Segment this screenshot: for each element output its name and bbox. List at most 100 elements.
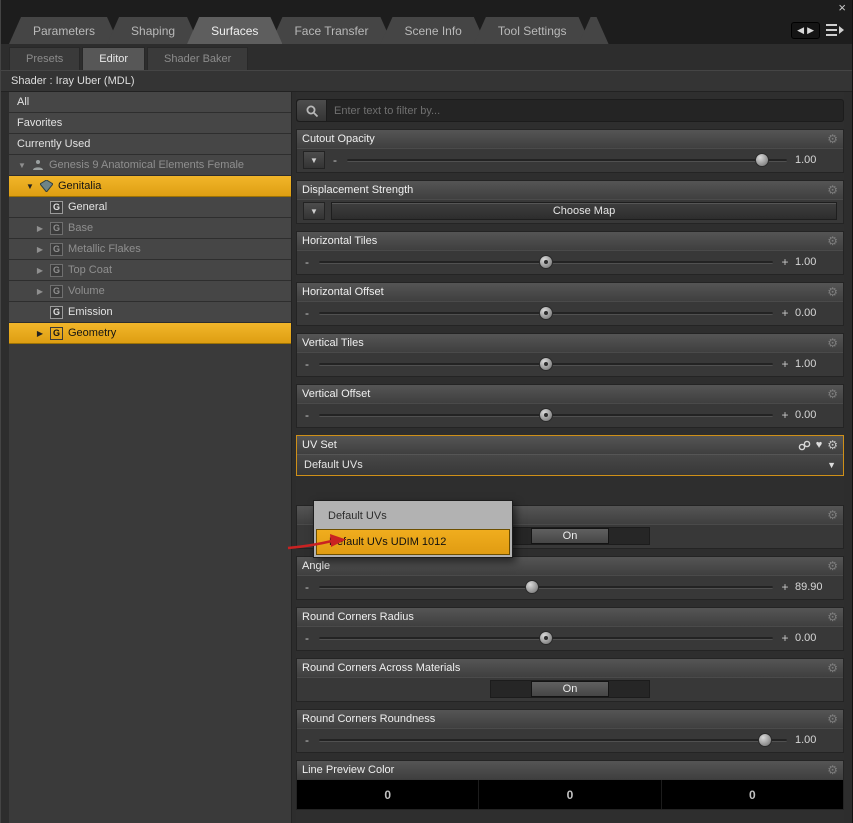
tab-surfaces[interactable]: Surfaces <box>187 17 282 44</box>
slider-decrement[interactable]: - <box>303 408 311 422</box>
gear-icon[interactable]: ⚙ <box>827 662 838 674</box>
slider-handle[interactable] <box>758 733 773 747</box>
tab-parameters[interactable]: Parameters <box>9 17 119 44</box>
color-red-value[interactable]: 0 <box>297 780 480 809</box>
map-menu-button[interactable]: ▼ <box>303 202 325 220</box>
tree-item-emission[interactable]: G Emission <box>9 302 291 323</box>
color-swatch-row[interactable]: 0 0 0 <box>297 779 843 809</box>
slider-increment[interactable]: + <box>781 408 789 422</box>
gear-icon[interactable]: ⚙ <box>827 509 838 521</box>
slider-handle[interactable] <box>539 408 553 422</box>
slider-increment[interactable]: + <box>781 631 789 645</box>
slider-decrement[interactable]: - <box>303 733 311 747</box>
slider-decrement[interactable]: - <box>303 580 311 594</box>
tree-item-metallic-flakes[interactable]: ▶ G Metallic Flakes <box>9 239 291 260</box>
tree-item-base[interactable]: ▶ G Base <box>9 218 291 239</box>
cutout-opacity-value[interactable]: 1.00 <box>795 154 837 166</box>
gear-icon[interactable]: ⚙ <box>827 388 838 400</box>
round-corners-roundness-slider[interactable] <box>317 728 789 752</box>
uv-set-combobox[interactable]: Default UVs ▼ <box>297 454 843 475</box>
color-green-value[interactable]: 0 <box>479 780 662 809</box>
expander-closed-icon[interactable]: ▶ <box>35 287 45 296</box>
gear-icon[interactable]: ⚙ <box>827 439 838 451</box>
slider-handle[interactable] <box>539 631 553 645</box>
horizontal-tiles-slider[interactable] <box>317 250 775 274</box>
tree-item-general[interactable]: G General <box>9 197 291 218</box>
tree-item-geometry[interactable]: ▶ G Geometry <box>9 323 291 344</box>
choose-map-button[interactable]: Choose Map <box>331 202 837 220</box>
slider-decrement[interactable]: - <box>303 306 311 320</box>
slider-decrement[interactable]: - <box>331 153 339 167</box>
on-off-toggle[interactable]: On <box>490 527 650 545</box>
slider-handle[interactable] <box>755 153 770 167</box>
expander-closed-icon[interactable]: ▶ <box>35 224 45 233</box>
close-icon[interactable]: × <box>838 1 846 14</box>
vertical-offset-slider[interactable] <box>317 403 775 427</box>
gear-icon[interactable]: ⚙ <box>827 184 838 196</box>
tree-item-genitalia[interactable]: ▼ Genitalia <box>9 176 291 197</box>
expander-closed-icon[interactable]: ▶ <box>35 245 45 254</box>
uv-option-default-uvs-udim-1012[interactable]: Default UVs UDIM 1012 <box>316 529 510 555</box>
toggle-on-segment[interactable]: On <box>531 528 609 544</box>
tab-face-transfer[interactable]: Face Transfer <box>270 17 392 44</box>
scroll-left-icon[interactable]: ◀ <box>797 25 804 36</box>
slider-decrement[interactable]: - <box>303 357 311 371</box>
slider-decrement[interactable]: - <box>303 255 311 269</box>
expander-closed-icon[interactable]: ▶ <box>35 329 45 338</box>
slider-increment[interactable]: + <box>781 580 789 594</box>
slider-increment[interactable]: + <box>781 255 789 269</box>
horizontal-tiles-value[interactable]: 1.00 <box>795 256 837 268</box>
tab-scene-info[interactable]: Scene Info <box>380 17 485 44</box>
tree-item-genesis-9-anatomical-elements-female[interactable]: ▼ Genesis 9 Anatomical Elements Female <box>9 155 291 176</box>
vertical-tiles-value[interactable]: 1.00 <box>795 358 837 370</box>
tab-shaping[interactable]: Shaping <box>107 17 199 44</box>
filter-input[interactable] <box>327 100 843 121</box>
vertical-tiles-slider[interactable] <box>317 352 775 376</box>
subtab-presets[interactable]: Presets <box>9 47 81 70</box>
slider-handle[interactable] <box>539 255 553 269</box>
slider-decrement[interactable]: - <box>303 631 311 645</box>
gear-icon[interactable]: ⚙ <box>827 713 838 725</box>
toggle-on-segment[interactable]: On <box>531 681 609 697</box>
expander-closed-icon[interactable]: ▶ <box>35 266 45 275</box>
uv-option-default-uvs[interactable]: Default UVs <box>316 503 510 529</box>
subtab-editor[interactable]: Editor <box>82 47 146 70</box>
slider-increment[interactable]: + <box>781 306 789 320</box>
tree-item-volume[interactable]: ▶ G Volume <box>9 281 291 302</box>
expander-open-icon[interactable]: ▼ <box>17 161 27 170</box>
angle-value[interactable]: 89.90 <box>795 581 837 593</box>
slider-handle[interactable] <box>539 306 553 320</box>
round-corners-radius-slider[interactable] <box>317 626 775 650</box>
slider-handle[interactable] <box>525 580 540 594</box>
pane-menu-icon[interactable] <box>826 24 844 36</box>
expander-open-icon[interactable]: ▼ <box>25 182 35 191</box>
tree-item-favorites[interactable]: Favorites <box>9 113 291 134</box>
gear-icon[interactable]: ⚙ <box>827 235 838 247</box>
round-corners-roundness-value[interactable]: 1.00 <box>795 734 837 746</box>
slider-handle[interactable] <box>539 357 553 371</box>
gear-icon[interactable]: ⚙ <box>827 133 838 145</box>
tree-item-top-coat[interactable]: ▶ G Top Coat <box>9 260 291 281</box>
horizontal-offset-value[interactable]: 0.00 <box>795 307 837 319</box>
angle-slider[interactable] <box>317 575 775 599</box>
gear-icon[interactable]: ⚙ <box>827 337 838 349</box>
round-corners-radius-value[interactable]: 0.00 <box>795 632 837 644</box>
tree-item-currently-used[interactable]: Currently Used <box>9 134 291 155</box>
gear-icon[interactable]: ⚙ <box>827 286 838 298</box>
tree-item-all[interactable]: All <box>9 92 291 113</box>
gear-icon[interactable]: ⚙ <box>827 764 838 776</box>
scroll-right-icon[interactable]: ▶ <box>807 25 814 36</box>
on-off-toggle[interactable]: On <box>490 680 650 698</box>
subtab-shader-baker[interactable]: Shader Baker <box>147 47 249 70</box>
favorite-heart-icon[interactable]: ♥ <box>816 439 823 451</box>
gear-icon[interactable]: ⚙ <box>827 611 838 623</box>
cutout-opacity-slider[interactable] <box>345 148 789 172</box>
slider-increment[interactable]: + <box>781 357 789 371</box>
gear-icon[interactable]: ⚙ <box>827 560 838 572</box>
color-blue-value[interactable]: 0 <box>662 780 843 809</box>
vertical-offset-value[interactable]: 0.00 <box>795 409 837 421</box>
tab-tool-settings[interactable]: Tool Settings <box>474 17 591 44</box>
horizontal-offset-slider[interactable] <box>317 301 775 325</box>
link-icon[interactable] <box>798 440 811 451</box>
map-menu-button[interactable]: ▼ <box>303 151 325 169</box>
